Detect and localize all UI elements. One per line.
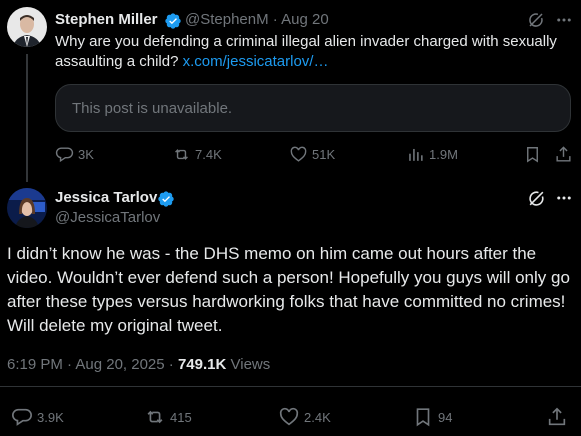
separator-dot: · xyxy=(272,11,278,28)
like-button-2[interactable]: 2.4K xyxy=(278,406,331,428)
views-count-2: 749.1K xyxy=(177,356,227,373)
tweet-text: Why are you defending a criminal illegal… xyxy=(55,32,565,72)
reply-icon xyxy=(12,408,32,426)
author-name[interactable]: Stephen Miller xyxy=(55,11,158,28)
author-handle-2[interactable]: @JessicaTarlov xyxy=(55,209,160,226)
reply-count-2: 3.9K xyxy=(37,409,64,425)
share-button-2[interactable] xyxy=(546,406,568,433)
views-label: Views xyxy=(230,356,271,373)
more-icon[interactable] xyxy=(555,11,573,34)
share-icon xyxy=(556,146,571,162)
views-count: 1.9M xyxy=(429,147,458,162)
repost-icon xyxy=(175,149,188,160)
like-count-2: 2.4K xyxy=(304,409,331,425)
repost-button-2[interactable]: 415 xyxy=(144,406,192,428)
thread-line xyxy=(26,54,28,182)
grok-icon[interactable] xyxy=(527,189,546,213)
tweet-link[interactable]: x.com/jessicatarlov/… xyxy=(183,53,329,70)
post-timestamp[interactable]: 6:19 PM · Aug 20, 2025 · xyxy=(7,356,174,373)
reply-button[interactable]: 3K xyxy=(55,145,94,164)
reply-button-2[interactable]: 3.9K xyxy=(11,406,64,428)
bookmark-icon xyxy=(527,147,538,163)
share-button[interactable] xyxy=(554,145,573,169)
reply-count: 3K xyxy=(78,147,94,162)
tweet-body-2: I didn’t know he was - the DHS memo on h… xyxy=(7,244,570,335)
quoted-post-unavailable[interactable]: This post is unavailable. xyxy=(55,84,571,132)
repost-button[interactable]: 7.4K xyxy=(172,145,222,164)
bookmark-button[interactable] xyxy=(523,145,542,169)
repost-count: 7.4K xyxy=(195,147,222,162)
more-icon[interactable] xyxy=(555,189,573,212)
unavailable-text: This post is unavailable. xyxy=(72,100,233,117)
views-button[interactable]: 1.9M xyxy=(406,145,458,164)
grok-icon[interactable] xyxy=(527,11,545,34)
post-date[interactable]: Aug 20 xyxy=(281,11,329,28)
repost-icon xyxy=(147,410,163,424)
like-icon xyxy=(279,407,299,426)
avatar-jessica-tarlov[interactable] xyxy=(7,188,47,228)
author-name-2[interactable]: Jessica Tarlov xyxy=(55,189,157,206)
views-icon xyxy=(409,148,423,161)
bookmark-button-2[interactable]: 94 xyxy=(412,406,452,428)
author-handle[interactable]: @StephenM xyxy=(185,11,269,28)
like-count: 51K xyxy=(312,147,336,162)
like-button[interactable]: 51K xyxy=(289,145,335,164)
like-icon xyxy=(290,146,307,162)
divider xyxy=(0,386,581,387)
reply-icon xyxy=(55,147,74,163)
bookmark-icon xyxy=(416,408,430,427)
bookmark-count-2: 94 xyxy=(438,409,453,425)
share-icon xyxy=(548,407,566,426)
avatar-stephen-miller[interactable] xyxy=(7,7,47,47)
repost-count-2: 415 xyxy=(170,409,192,425)
